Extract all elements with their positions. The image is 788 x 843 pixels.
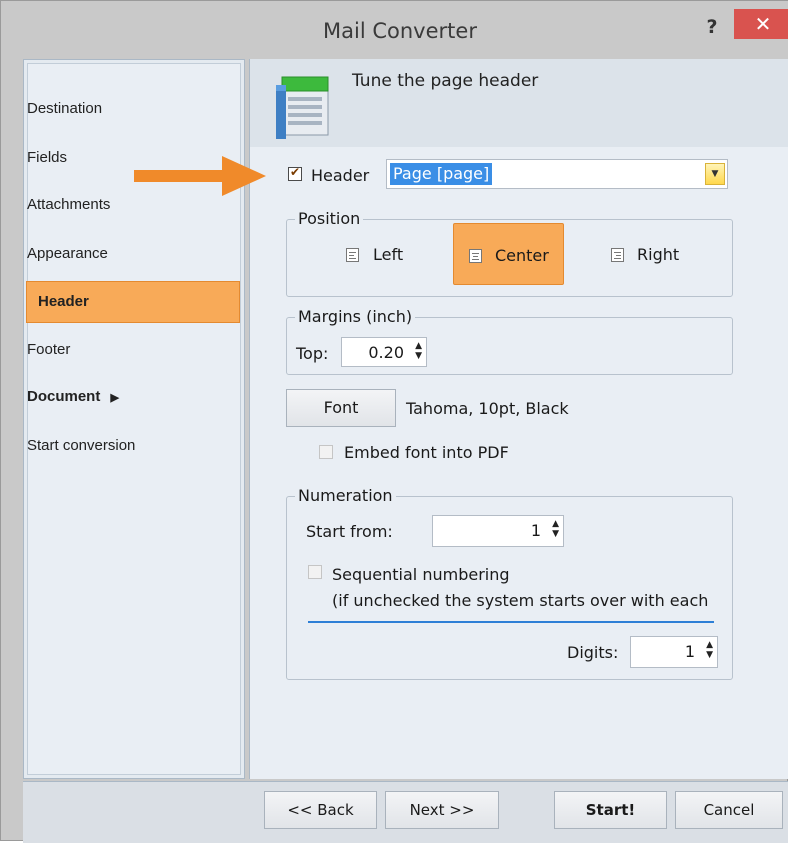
digits-value[interactable]: 1 xyxy=(685,642,695,661)
align-right-label: Right xyxy=(637,245,680,264)
align-center-icon xyxy=(469,249,482,263)
digits-spinner[interactable]: 1 ▲ ▼ xyxy=(630,636,718,668)
start-button[interactable]: Start! xyxy=(554,791,667,829)
title-bar: Mail Converter ? ✕ xyxy=(11,1,788,59)
align-center-button[interactable]: Center xyxy=(453,223,564,285)
sidebar-item-footer[interactable]: Footer xyxy=(27,341,70,358)
font-description: Tahoma, 10pt, Black xyxy=(406,399,569,418)
align-right-button[interactable]: Right xyxy=(597,223,707,285)
sidebar-item-label: Appearance xyxy=(27,245,108,262)
embed-font-label: Embed font into PDF xyxy=(344,443,509,462)
spinner-arrows-icon[interactable]: ▲ ▼ xyxy=(415,341,422,361)
header-text-value[interactable]: Page [page] xyxy=(390,163,493,185)
align-left-icon xyxy=(346,248,359,262)
margins-group-title: Margins (inch) xyxy=(295,307,416,326)
font-button[interactable]: Font xyxy=(286,389,396,427)
numeration-group-title: Numeration xyxy=(295,486,396,505)
sequential-numbering-label: Sequential numbering xyxy=(332,565,510,584)
sidebar-item-header[interactable]: Header xyxy=(26,281,240,323)
sequential-numbering-note: (if unchecked the system starts over wit… xyxy=(332,591,709,610)
page-header-band: Tune the page header xyxy=(250,59,788,147)
top-margin-value[interactable]: 0.20 xyxy=(368,343,404,362)
spinner-arrows-icon[interactable]: ▲ ▼ xyxy=(552,519,559,539)
back-button[interactable]: << Back xyxy=(264,791,377,829)
close-button[interactable]: ✕ xyxy=(734,9,788,39)
embed-font-checkbox[interactable] xyxy=(319,445,333,459)
align-left-label: Left xyxy=(373,245,404,264)
window-title: Mail Converter xyxy=(323,19,477,43)
sidebar-item-start-conversion[interactable]: Start conversion xyxy=(27,437,135,454)
sidebar-item-label: Destination xyxy=(27,100,103,117)
numeration-divider xyxy=(308,621,714,623)
dropdown-arrow-icon[interactable]: ▼ xyxy=(705,163,725,185)
help-button[interactable]: ? xyxy=(697,13,727,41)
header-checkbox-label: Header xyxy=(311,166,370,185)
header-checkbox[interactable] xyxy=(288,165,302,181)
sidebar-item-destination[interactable]: Destination xyxy=(27,100,102,117)
submenu-arrow-icon: ▶ xyxy=(110,392,119,404)
sidebar-item-attachments[interactable]: Attachments xyxy=(27,196,110,213)
align-right-icon xyxy=(611,248,624,262)
start-from-label: Start from: xyxy=(306,522,393,541)
start-from-spinner[interactable]: 1 ▲ ▼ xyxy=(432,515,564,547)
sidebar-item-label: Header xyxy=(38,293,89,310)
next-button[interactable]: Next >> xyxy=(385,791,499,829)
sidebar-item-label: Start conversion xyxy=(27,437,136,454)
mail-converter-window: Mail Converter ? ✕ Destination Fields At… xyxy=(0,0,788,843)
align-center-label: Center xyxy=(495,246,549,265)
start-from-value[interactable]: 1 xyxy=(531,521,541,540)
sidebar-item-fields[interactable]: Fields xyxy=(27,149,67,166)
sidebar-item-label: Footer xyxy=(27,341,71,358)
page-title: Tune the page header xyxy=(352,71,539,91)
spinner-arrows-icon[interactable]: ▲ ▼ xyxy=(706,640,713,660)
pointer-arrow-icon xyxy=(134,156,266,196)
header-text-combobox[interactable]: Page [page] ▼ xyxy=(386,159,728,189)
cancel-button[interactable]: Cancel xyxy=(675,791,783,829)
sidebar-item-appearance[interactable]: Appearance xyxy=(27,245,108,262)
sidebar-item-document[interactable]: Document ▶ xyxy=(27,388,119,405)
digits-label: Digits: xyxy=(567,643,619,662)
top-margin-label: Top: xyxy=(296,344,329,363)
sidebar-item-label: Attachments xyxy=(27,196,111,213)
top-margin-spinner[interactable]: 0.20 ▲ ▼ xyxy=(341,337,427,367)
page-header-icon xyxy=(276,76,329,139)
align-left-button[interactable]: Left xyxy=(334,223,434,285)
sidebar-item-label: Fields xyxy=(27,149,68,166)
sequential-numbering-checkbox[interactable] xyxy=(308,565,322,579)
sidebar-item-label: Document xyxy=(27,388,101,405)
